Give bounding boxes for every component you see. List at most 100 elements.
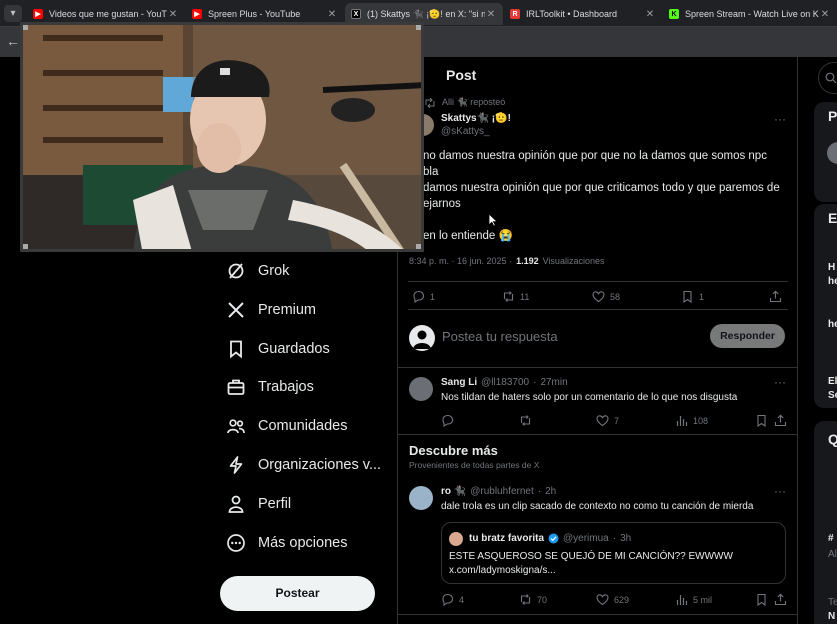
reply-input[interactable]: Postea tu respuesta — [442, 329, 558, 344]
share-button[interactable] — [769, 290, 787, 303]
tweet-author-handle[interactable]: @rubluhfernet — [470, 486, 534, 497]
grok-icon — [228, 263, 244, 279]
bookmark-icon — [230, 340, 242, 359]
bar-chart-icon — [676, 595, 688, 605]
page-title: Post — [446, 67, 477, 83]
trend-item[interactable]: Al — [828, 549, 837, 560]
repost-count: 70 — [537, 594, 548, 605]
close-icon[interactable]: ✕ — [644, 9, 656, 20]
nav-label: Organizaciones v... — [258, 457, 382, 473]
reply-button[interactable] — [441, 414, 459, 427]
post-time[interactable]: 8:34 p. m. · 16 jun. 2025 · — [409, 256, 512, 266]
trend-item[interactable]: # — [828, 533, 834, 544]
reply-author-name[interactable]: Sang Li — [441, 377, 477, 388]
close-icon[interactable]: ✕ — [485, 9, 497, 20]
bookmark-button[interactable] — [755, 593, 773, 606]
tweet-author-name[interactable]: ro 🐈‍⬛ — [441, 486, 466, 497]
like-button[interactable]: 629 — [596, 593, 629, 606]
trend-item[interactable]: H — [828, 262, 835, 273]
close-icon[interactable]: ✕ — [167, 9, 179, 20]
card-title: E — [828, 210, 837, 226]
nav-item-more[interactable]: Más opciones — [226, 528, 347, 558]
tab-title: (1) Skattys 🐈‍⬛ ¡🫡! en X: "si no damos — [367, 8, 485, 19]
like-button[interactable]: 58 — [592, 290, 620, 303]
quote-author-name: tu bratz favorita — [469, 533, 545, 544]
nav-item-profile[interactable]: Perfil — [226, 489, 291, 519]
post-meta: 8:34 p. m. · 16 jun. 2025 · 1.192 Visual… — [409, 256, 604, 266]
more-circle-icon — [227, 534, 245, 552]
browser-tab[interactable]: K Spreen Stream - Watch Live on Kick ✕ — [663, 3, 837, 25]
nav-label: Premium — [258, 302, 317, 318]
resize-handle[interactable] — [416, 244, 421, 249]
more-icon[interactable]: ··· — [774, 112, 786, 126]
section-subtitle: Provenientes de todas partes de X — [409, 460, 540, 470]
more-icon[interactable]: ··· — [774, 375, 786, 389]
nav-item-grok[interactable]: Grok — [226, 256, 289, 286]
share-button[interactable] — [774, 414, 792, 427]
repost-icon — [503, 291, 514, 302]
trend-item[interactable]: he — [828, 276, 837, 287]
post-text-line: ejarnos — [423, 198, 461, 210]
browser-tab[interactable]: R IRLToolkit • Dashboard ✕ — [504, 3, 662, 25]
chevron-down-icon[interactable]: ▾ — [4, 5, 22, 22]
reply-time[interactable]: 27min — [540, 377, 567, 388]
tweet-text: dale trola es un clip sacado de contexto… — [441, 501, 754, 512]
views-button[interactable]: 5 mil — [675, 593, 712, 606]
repost-label: Alli 🐈‍⬛ reposteó — [442, 97, 506, 107]
bar-chart-icon — [676, 416, 688, 426]
close-icon[interactable]: ✕ — [326, 9, 338, 20]
tweet-time[interactable]: 2h — [545, 486, 556, 497]
right-sidebar: P E H he he El Se Q # Al Te N — [798, 57, 837, 624]
youtube-icon: ▶ — [33, 9, 43, 19]
back-arrow-icon[interactable]: ← — [6, 33, 20, 49]
like-button[interactable]: 7 — [596, 414, 619, 427]
avatar — [827, 142, 837, 164]
webcam-overlay[interactable] — [20, 22, 424, 252]
author-name[interactable]: Skattys🐈‍⬛ ¡🫡! — [441, 113, 511, 124]
nav-item-bookmarks[interactable]: Guardados — [226, 334, 330, 364]
nav-item-jobs[interactable]: Trabajos — [226, 372, 314, 402]
resize-handle[interactable] — [23, 25, 28, 30]
trend-item[interactable]: El — [828, 376, 837, 387]
quote-header: tu bratz favorita @yerimua · 3h — [469, 533, 632, 544]
bookmark-button[interactable] — [755, 414, 773, 427]
nav-label: Trabajos — [258, 379, 314, 395]
trend-item[interactable]: N — [828, 611, 835, 622]
share-button[interactable] — [774, 593, 792, 606]
reply-submit-button[interactable]: Responder — [710, 324, 785, 348]
search-input[interactable] — [818, 62, 837, 94]
kick-icon: K — [669, 9, 679, 19]
bookmark-icon — [757, 593, 766, 606]
nav-label: Más opciones — [258, 535, 348, 551]
repost-button[interactable]: 11 — [502, 290, 529, 303]
avatar[interactable] — [409, 486, 433, 510]
more-icon[interactable]: ··· — [774, 484, 786, 498]
repost-count: 11 — [520, 291, 530, 302]
views-button[interactable]: 108 — [675, 414, 708, 427]
repost-button[interactable]: 70 — [519, 593, 547, 606]
trend-item[interactable]: Te — [828, 597, 837, 608]
quoted-tweet[interactable]: tu bratz favorita @yerimua · 3h ESTE ASQ… — [441, 522, 786, 584]
trends-card: E H he he El Se — [814, 204, 837, 408]
user-avatar[interactable] — [409, 325, 435, 351]
close-icon[interactable]: ✕ — [819, 9, 831, 20]
nav-label: Perfil — [258, 496, 292, 512]
reply-button[interactable]: 1 — [412, 290, 435, 303]
reply-author-handle[interactable]: @ll183700 — [481, 377, 529, 388]
nav-item-organizations[interactable]: Organizaciones v... — [226, 450, 381, 480]
trend-item[interactable]: he — [828, 319, 837, 330]
post-button[interactable]: Postear — [220, 576, 375, 611]
avatar — [449, 532, 463, 546]
repost-button[interactable] — [519, 414, 537, 427]
views-label: Visualizaciones — [542, 256, 605, 266]
trend-item[interactable]: Se — [828, 390, 837, 401]
nav-item-communities[interactable]: Comunidades — [226, 411, 347, 441]
avatar[interactable] — [409, 377, 433, 401]
author-handle[interactable]: @sKattys_ — [441, 126, 490, 137]
reply-icon — [442, 593, 454, 606]
bookmark-button[interactable]: 1 — [681, 290, 704, 303]
resize-handle[interactable] — [23, 244, 28, 249]
reply-button[interactable]: 4 — [441, 593, 464, 606]
nav-item-premium[interactable]: Premium — [226, 295, 316, 325]
resize-handle[interactable] — [416, 25, 421, 30]
